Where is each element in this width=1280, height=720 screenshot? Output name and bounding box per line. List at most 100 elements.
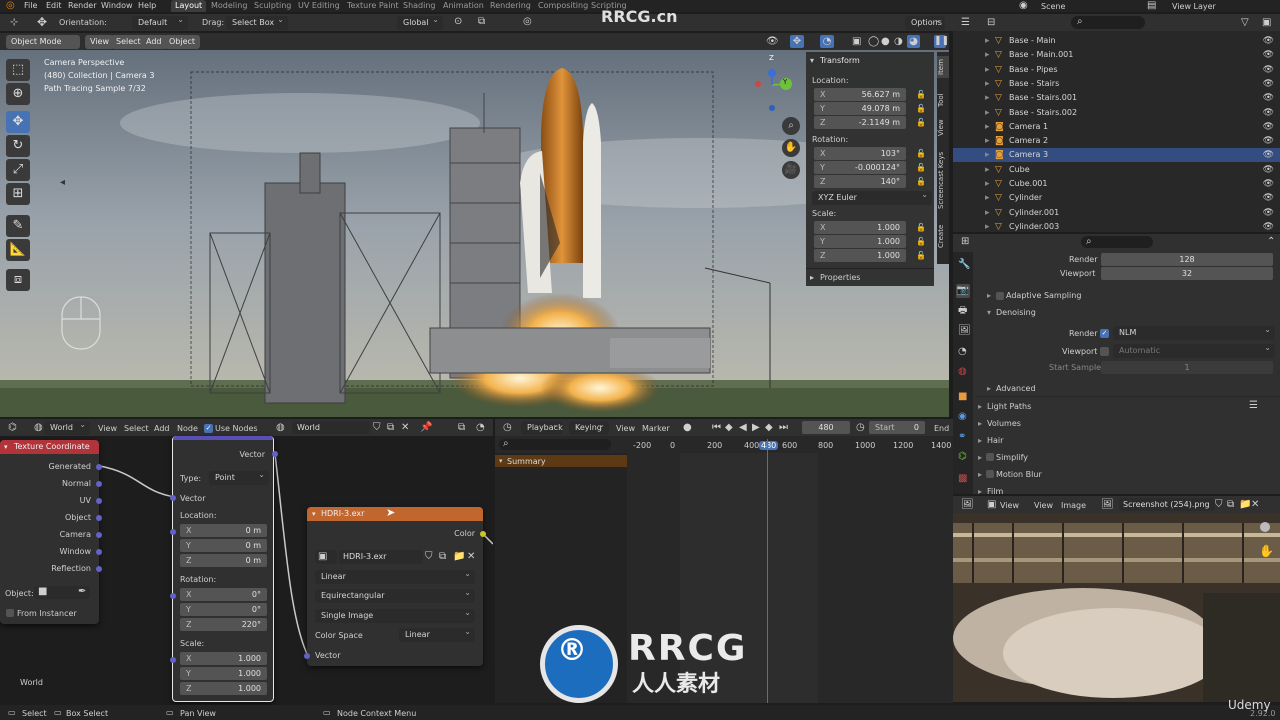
rotation-mode-dropdown[interactable]: XYZ Euler — [812, 191, 932, 205]
from-instancer-checkbox[interactable] — [6, 609, 14, 617]
outliner-item-base-pipes[interactable]: ▸ ▽ Base - Pipes 👁 — [953, 63, 1280, 77]
jump-end-icon[interactable]: ⏭ — [779, 423, 788, 433]
mapping-location-x[interactable]: X0 m — [180, 524, 267, 537]
socket-env-color-out[interactable] — [480, 531, 486, 537]
playhead-line[interactable] — [767, 439, 768, 703]
mapping-scale-z[interactable]: Z 1.000 — [180, 682, 267, 695]
display-mode-icon[interactable]: ⊟ — [987, 18, 995, 28]
play-icon[interactable]: ▶ — [752, 423, 760, 433]
scene-name[interactable]: Scene — [1041, 2, 1065, 11]
mapping-location-y[interactable]: Y0 m — [180, 539, 267, 552]
mapping-type-dropdown[interactable]: Point — [209, 471, 269, 485]
tab-item[interactable]: Item — [937, 56, 949, 78]
wireframe-shading-icon[interactable]: ◯ — [868, 37, 879, 47]
tab-view[interactable]: View — [937, 118, 949, 138]
outliner-item-cube-001[interactable]: ▸ ▽ Cube.001 👁 — [953, 177, 1280, 191]
cursor-tool-icon[interactable]: ⊕ — [6, 83, 30, 105]
mapping-location-z[interactable]: Z0 m — [180, 554, 267, 567]
simplify-panel[interactable]: Simplify — [996, 453, 1028, 462]
socket-mapping-vector-out[interactable] — [272, 451, 278, 457]
eye-icon[interactable]: 👁 — [1263, 177, 1274, 191]
mapping-node[interactable]: Vector Type: Point Vector Location: X0 m… — [170, 436, 278, 702]
scale-y-field[interactable]: Y 1.000 — [814, 235, 906, 248]
tool-settings-tab-icon[interactable]: 🔧 — [958, 260, 970, 270]
move-tool-icon[interactable]: ✥ — [37, 16, 47, 28]
color-space-dropdown[interactable]: Linear — [399, 628, 475, 642]
options-dropdown[interactable]: Options — [905, 16, 945, 30]
rotation-x-field[interactable]: X 103° — [814, 147, 906, 160]
rendered-shading-icon[interactable]: ◕ — [907, 35, 920, 48]
start-sample-field[interactable]: 1 — [1101, 361, 1273, 374]
close-icon[interactable]: ✕ — [467, 552, 475, 562]
playback-dropdown[interactable]: Playback — [521, 421, 563, 435]
volumes-panel[interactable]: Volumes — [987, 419, 1021, 428]
workspace-tab-sculpting[interactable]: Sculpting — [250, 0, 295, 12]
light-object-icon[interactable]: ◂ — [60, 178, 65, 188]
physics-tab-icon[interactable]: ◉ — [958, 412, 967, 422]
source-dropdown[interactable]: Single Image — [315, 609, 475, 623]
clock-icon[interactable]: ◷ — [856, 423, 865, 433]
editor-type-icon[interactable]: ⊹ — [10, 18, 18, 28]
editor-type-icon[interactable]: ◷ — [503, 423, 512, 433]
view-mode-icon[interactable]: ▣ — [987, 500, 996, 510]
record-icon[interactable]: ● — [683, 423, 692, 433]
lock-icon[interactable]: 🔓 — [916, 104, 926, 114]
end-frame-label[interactable]: End — [934, 424, 949, 433]
new-collection-icon[interactable]: ▣ — [1262, 18, 1271, 28]
eye-icon[interactable]: 👁 — [1263, 34, 1274, 48]
menu-render[interactable]: Render — [68, 0, 96, 12]
image-menu-view-2[interactable]: View — [1034, 501, 1053, 510]
denoise-viewport-dropdown[interactable]: Automatic — [1113, 344, 1275, 358]
scale-z-field[interactable]: Z 1.000 — [814, 249, 906, 262]
keying-dropdown[interactable]: Keying — [569, 421, 609, 435]
jump-prev-key-icon[interactable]: ◆ — [725, 423, 733, 433]
denoise-render-dropdown[interactable]: NLM — [1113, 326, 1275, 340]
socket-uv[interactable] — [96, 498, 102, 504]
summary-channel[interactable]: ▾ Summary — [495, 455, 627, 467]
viewport-menu-object[interactable]: Object — [164, 35, 201, 49]
lock-icon[interactable]: 🔓 — [916, 223, 926, 233]
eyedropper-icon[interactable]: ✒ — [78, 587, 86, 597]
from-instancer-label[interactable]: From Instancer — [17, 609, 77, 618]
workspace-tab-animation[interactable]: Animation — [439, 0, 488, 12]
workspace-tab-uv-editing[interactable]: UV Editing — [294, 0, 344, 12]
image-name-field[interactable]: Screenshot (254).png — [1119, 498, 1215, 511]
close-icon[interactable]: ✕ — [1251, 500, 1259, 510]
mapping-rotation-x[interactable]: X 0° — [180, 588, 267, 601]
snap-icon[interactable]: ⧉ — [478, 17, 485, 27]
location-z-field[interactable]: Z -2.1149 m — [814, 116, 906, 129]
outliner-item-base-main[interactable]: ▸ ▽ Base - Main 👁 — [953, 34, 1280, 48]
outliner-item-base-main-001[interactable]: ▸ ▽ Base - Main.001 👁 — [953, 48, 1280, 62]
viewport-menu-add[interactable]: Add — [141, 35, 167, 49]
outliner-item-camera-1[interactable]: ▸ ◙ Camera 1 👁 — [953, 120, 1280, 134]
socket-scale[interactable] — [170, 657, 176, 663]
advanced-panel[interactable]: Advanced — [996, 384, 1036, 393]
denoise-viewport-checkbox[interactable] — [1100, 347, 1109, 356]
image-menu-view[interactable]: View — [1000, 501, 1019, 510]
texture-coordinate-node-title[interactable]: Texture Coordinate — [0, 440, 99, 454]
object-mode-dropdown[interactable]: Object Mode — [6, 35, 80, 49]
lock-icon[interactable]: 🔓 — [916, 149, 926, 159]
transform-tool-icon[interactable]: ⊞ — [6, 183, 30, 205]
socket-window[interactable] — [96, 549, 102, 555]
pin-icon[interactable]: ⌃ — [1267, 237, 1275, 247]
pan-hand-icon[interactable]: ✋ — [782, 139, 800, 157]
environment-texture-node[interactable]: HDRI-3.exr ▾ Color ▣ HDRI-3.exr ⛉ ⧉ 📁 ✕ … — [304, 507, 486, 666]
image-browse-icon[interactable]: 🖼 — [1101, 500, 1114, 510]
jump-next-key-icon[interactable]: ◆ — [765, 423, 773, 433]
properties-search-input[interactable]: ⌕ — [1081, 236, 1153, 248]
output-tab-icon[interactable]: 🖶 — [958, 306, 967, 316]
filter-icon[interactable]: ▽ — [1241, 18, 1249, 28]
adaptive-sampling-checkbox[interactable] — [996, 292, 1004, 300]
menu-edit[interactable]: Edit — [46, 0, 62, 12]
socket-camera[interactable] — [96, 532, 102, 538]
eye-icon[interactable]: 👁 — [1263, 191, 1274, 205]
outliner-item-base-stairs-002[interactable]: ▸ ▽ Base - Stairs.002 👁 — [953, 106, 1280, 120]
mapping-rotation-y[interactable]: Y 0° — [180, 603, 267, 616]
workspace-tab-texture-paint[interactable]: Texture Paint — [343, 0, 403, 12]
scale-x-field[interactable]: X 1.000 — [814, 221, 906, 234]
socket-reflection[interactable] — [96, 566, 102, 572]
camera-view-icon[interactable]: 🎥 — [782, 161, 800, 179]
eye-icon[interactable]: 👁 — [1263, 91, 1274, 105]
denoising-label[interactable]: Denoising — [996, 308, 1036, 317]
